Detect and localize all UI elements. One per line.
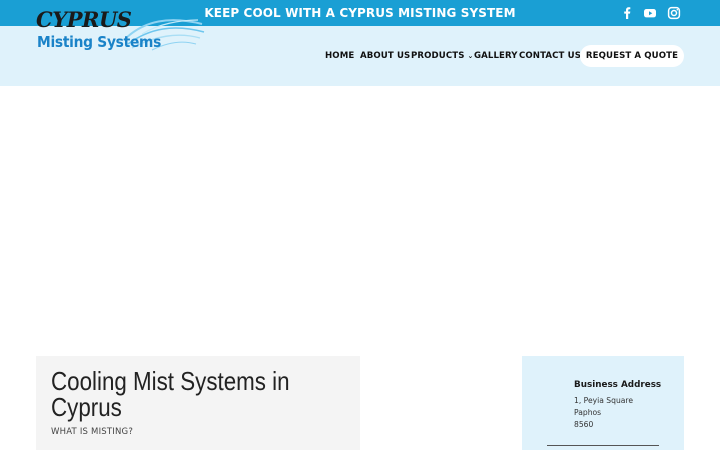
youtube-icon[interactable] <box>642 5 658 21</box>
section-subtitle: WHAT IS MISTING? <box>51 427 134 437</box>
nav-about-us[interactable]: ABOUT US <box>360 26 410 86</box>
nav-gallery[interactable]: GALLERY <box>474 26 518 86</box>
nav-home[interactable]: HOME <box>325 26 354 86</box>
request-quote-button[interactable]: REQUEST A QUOTE <box>580 45 684 67</box>
facebook-icon[interactable] <box>619 5 635 21</box>
site-logo[interactable]: CYPRUS Misting Systems <box>34 7 206 56</box>
address-street: 1, Peyia Square <box>574 396 634 405</box>
instagram-icon[interactable] <box>666 5 682 21</box>
page-title: Cooling Mist Systems in Cyprus <box>51 366 290 422</box>
address-postcode: 8560 <box>574 420 594 429</box>
nav-products[interactable]: PRODUCTS ⌄ <box>411 26 473 86</box>
chevron-down-icon: ⌄ <box>467 52 474 60</box>
divider <box>547 445 659 446</box>
intro-text-cutoff <box>51 446 341 450</box>
logo-text-cyprus: CYPRUS <box>36 7 132 32</box>
nav-products-label: PRODUCTS <box>411 51 465 61</box>
nav-contact-us[interactable]: CONTACT US <box>519 26 581 86</box>
address-city: Paphos <box>574 408 602 417</box>
intro-card: Cooling Mist Systems in Cyprus WHAT IS M… <box>36 356 360 450</box>
address-title: Business Address <box>574 380 662 390</box>
logo-text-misting: Misting Systems <box>37 33 162 51</box>
address-card: Business Address 1, Peyia Square Paphos … <box>522 356 684 450</box>
